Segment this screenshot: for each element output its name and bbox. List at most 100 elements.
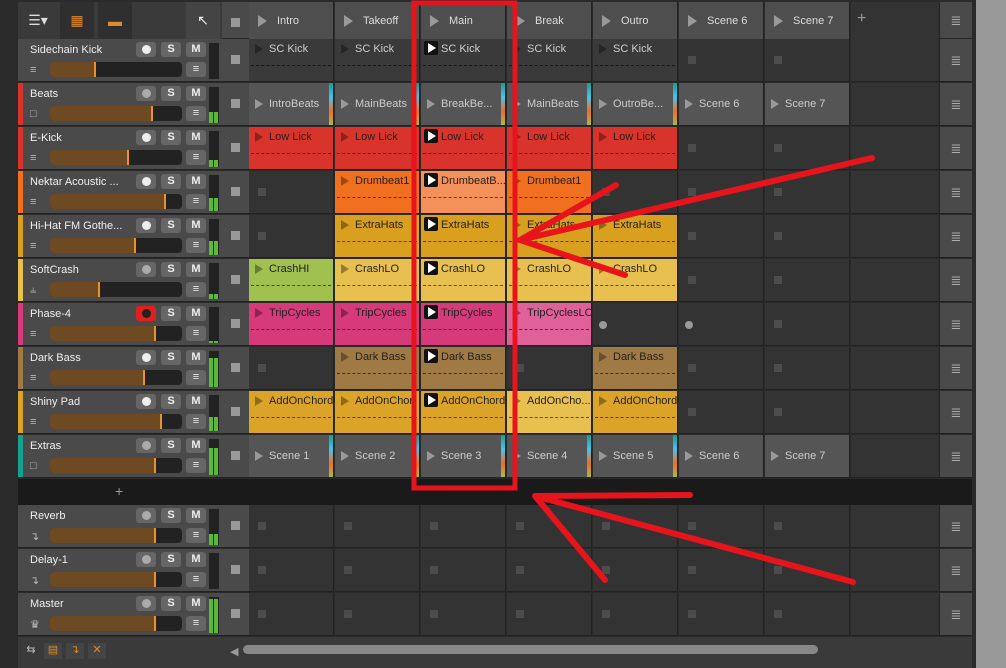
volume-slider[interactable] [50, 282, 182, 297]
clip[interactable]: AddOnChord [421, 391, 506, 434]
play-icon[interactable] [685, 451, 693, 461]
empty-slot[interactable] [421, 549, 506, 592]
volume-slider[interactable] [50, 528, 182, 543]
empty-slot[interactable] [593, 593, 678, 636]
volume-slider[interactable] [50, 458, 182, 473]
play-icon[interactable] [424, 305, 438, 319]
play-icon[interactable] [341, 451, 349, 461]
track-menu-icon[interactable]: ≣ [940, 83, 972, 126]
play-icon[interactable] [255, 132, 263, 142]
empty-slot[interactable] [851, 83, 940, 126]
solo-button[interactable]: S [161, 596, 181, 611]
clip[interactable]: TripCycles [335, 303, 420, 346]
empty-slot[interactable] [679, 391, 764, 434]
solo-button[interactable]: S [161, 306, 181, 321]
scene-clip[interactable]: Scene 6 [679, 435, 764, 478]
track-header[interactable]: Hi-Hat FM Gothe... ≡ S M ≡ [18, 215, 222, 258]
record-arm-button[interactable] [136, 86, 156, 101]
clip[interactable]: Low Lick [421, 127, 506, 170]
track-menu-icon[interactable]: ≣ [940, 2, 972, 39]
play-icon[interactable] [424, 349, 438, 363]
clip[interactable]: Drumbeat1 [507, 171, 592, 214]
play-icon[interactable] [424, 217, 438, 231]
scene-clip[interactable]: Scene 5 [593, 435, 678, 478]
return-icon[interactable]: ↴ [66, 643, 84, 659]
play-icon[interactable] [341, 264, 349, 274]
empty-slot[interactable] [679, 215, 764, 258]
track-header[interactable]: Shiny Pad ≡ S M ≡ [18, 391, 222, 434]
track-menu-button[interactable]: ≡ [186, 150, 206, 165]
scene-header[interactable]: Takeoff [335, 2, 420, 39]
track-menu-button[interactable]: ≡ [186, 106, 206, 121]
clip[interactable]: Low Lick [249, 127, 334, 170]
empty-slot[interactable] [851, 505, 940, 548]
empty-slot[interactable] [679, 259, 764, 302]
solo-button[interactable]: S [161, 394, 181, 409]
record-arm-button[interactable] [136, 174, 156, 189]
volume-slider[interactable] [50, 572, 182, 587]
scene-header[interactable]: Intro [249, 2, 334, 39]
play-icon[interactable] [341, 44, 349, 54]
play-icon[interactable] [513, 396, 521, 406]
add-track-button[interactable]: + [115, 483, 123, 499]
add-scene-button[interactable]: + [851, 2, 940, 39]
volume-slider[interactable] [50, 62, 182, 77]
mute-button[interactable]: M [186, 306, 206, 321]
mute-button[interactable]: M [186, 552, 206, 567]
scene-clip[interactable]: Scene 7 [765, 435, 850, 478]
empty-slot[interactable] [851, 435, 940, 478]
play-icon[interactable] [513, 264, 521, 274]
track-menu-icon[interactable]: ≣ [940, 391, 972, 434]
play-icon[interactable] [255, 44, 263, 54]
rows-view-icon[interactable]: ▬ [98, 2, 132, 39]
empty-slot[interactable] [335, 593, 420, 636]
play-icon[interactable] [599, 451, 607, 461]
record-arm-button[interactable] [136, 130, 156, 145]
scene-clip[interactable]: Scene 7 [765, 83, 850, 126]
empty-slot[interactable] [851, 593, 940, 636]
stop-clip-button[interactable] [222, 127, 249, 170]
play-icon[interactable] [771, 451, 779, 461]
clip[interactable]: CrashLO [507, 259, 592, 302]
stop-clip-button[interactable] [222, 39, 249, 82]
empty-slot[interactable] [765, 391, 850, 434]
scene-clip[interactable]: Scene 2 [335, 435, 420, 478]
empty-slot[interactable] [421, 505, 506, 548]
scroll-left-icon[interactable]: ◀ [230, 645, 238, 658]
solo-button[interactable]: S [161, 262, 181, 277]
solo-button[interactable]: S [161, 552, 181, 567]
play-icon[interactable] [255, 308, 263, 318]
scene-clip[interactable]: Scene 4 [507, 435, 592, 478]
play-icon[interactable] [599, 264, 607, 274]
empty-slot[interactable] [249, 505, 334, 548]
solo-button[interactable]: S [161, 438, 181, 453]
play-icon[interactable] [424, 41, 438, 55]
play-icon[interactable] [513, 220, 521, 230]
clip[interactable]: CrashLO [421, 259, 506, 302]
track-menu-button[interactable]: ≡ [186, 572, 206, 587]
clip[interactable]: CrashLO [593, 259, 678, 302]
clip[interactable]: CrashLO [335, 259, 420, 302]
solo-button[interactable]: S [161, 508, 181, 523]
clip[interactable]: AddOnChord [593, 391, 678, 434]
play-icon[interactable] [255, 451, 263, 461]
solo-button[interactable]: S [161, 130, 181, 145]
empty-slot[interactable] [765, 505, 850, 548]
track-header[interactable]: Beats □ S M ≡ [18, 83, 222, 126]
empty-slot[interactable] [249, 549, 334, 592]
clip[interactable]: SC Kick [507, 39, 592, 82]
record-arm-button[interactable] [136, 508, 156, 523]
clip[interactable]: ExtraHats [593, 215, 678, 258]
clip[interactable]: Dark Bass [421, 347, 506, 390]
empty-slot[interactable] [335, 505, 420, 548]
record-arm-button[interactable] [136, 262, 156, 277]
record-arm-button[interactable] [136, 42, 156, 57]
record-slot[interactable] [593, 303, 678, 346]
mute-button[interactable]: M [186, 350, 206, 365]
play-icon[interactable] [599, 99, 607, 109]
scene-header[interactable]: Scene 7 [765, 2, 850, 39]
empty-slot[interactable] [507, 505, 592, 548]
volume-slider[interactable] [50, 150, 182, 165]
scene-header[interactable]: Outro [593, 2, 678, 39]
volume-slider[interactable] [50, 370, 182, 385]
